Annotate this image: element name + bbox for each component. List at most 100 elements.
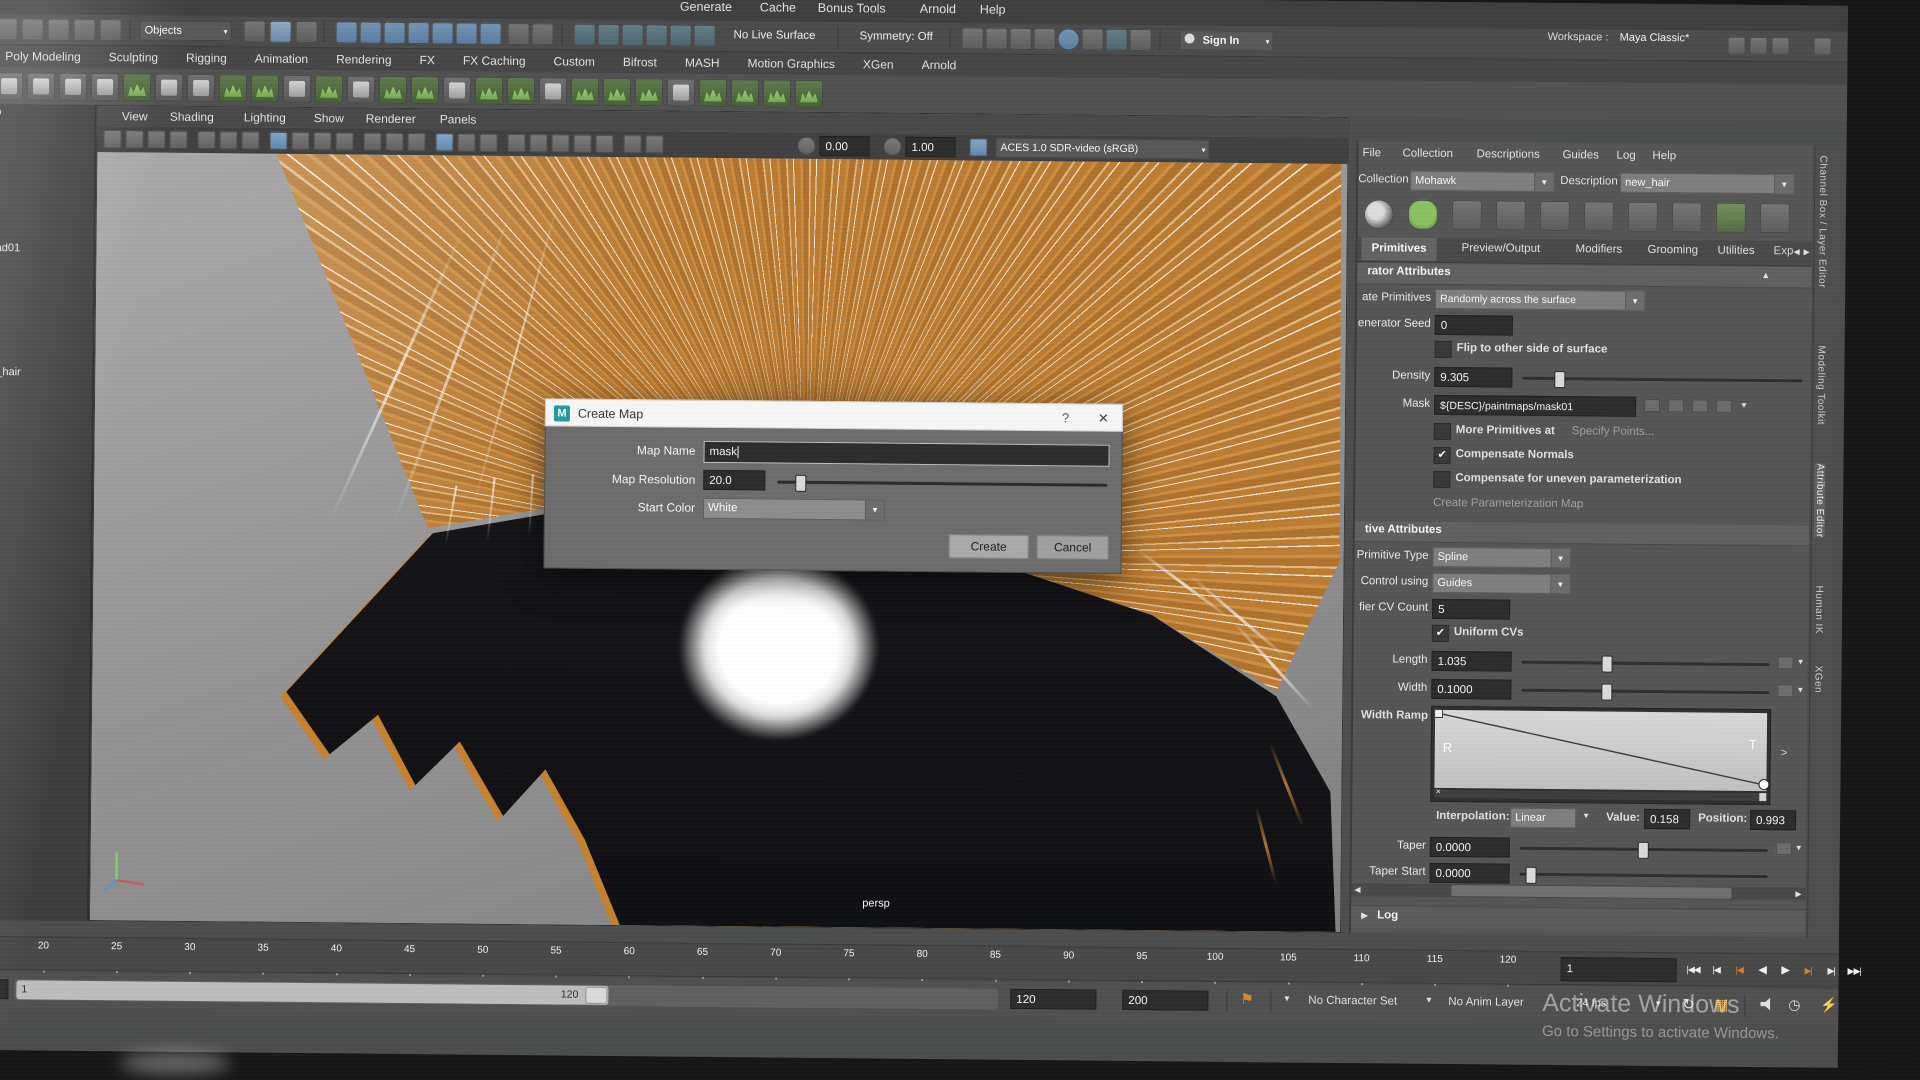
selection-mask-dropdown[interactable]: Objects ▾ [140,20,232,41]
shelf-icon[interactable] [475,76,503,104]
step-back-button[interactable]: |◀ [1706,958,1727,980]
value-field[interactable]: 0.158 [1644,809,1690,829]
construction-history-icon[interactable] [573,24,595,46]
resolution-gate-icon[interactable] [313,132,331,150]
horizontal-scrollbar[interactable]: ◀ ▶ [1351,883,1805,900]
map-resolution-slider[interactable] [777,481,1107,487]
curve-output-icon[interactable] [621,24,643,46]
gamma-icon[interactable] [883,138,901,156]
shelf-icon[interactable] [667,78,695,106]
export-patches-icon[interactable] [1496,200,1526,230]
menu-generate[interactable]: Generate [680,0,732,14]
range-slider[interactable]: 1 120 [14,979,998,1009]
mask-menu-icon[interactable]: ▼ [1740,401,1748,410]
compensate-uneven-checkbox[interactable] [1433,471,1450,488]
ramp-area[interactable]: R T [1434,710,1767,791]
shelf-tab-fx[interactable]: FX [405,53,448,67]
guides-pair-icon[interactable] [1672,202,1702,232]
slider-handle[interactable] [1601,683,1612,700]
map-name-input[interactable]: mask [703,441,1109,467]
slider-handle[interactable] [1525,867,1536,884]
hypershade-icon[interactable] [1057,28,1079,50]
slider-handle[interactable] [1602,655,1613,672]
expression-icon[interactable] [1776,842,1792,855]
sign-in-dropdown[interactable]: Sign In ▾ [1179,30,1273,51]
generator-section-header[interactable]: rator Attributes ▲ [1357,263,1811,288]
scrollbar-thumb[interactable] [1451,885,1731,899]
description-dropdown[interactable]: new_hair ▼ [1620,173,1794,195]
shelf-tab-rendering[interactable]: Rendering [322,52,406,67]
length-slider[interactable] [1522,661,1770,666]
bookmark-icon[interactable]: ⚑ [1240,990,1254,1008]
playback-range-bar[interactable]: 1 120 [16,980,608,1005]
snap-plane-icon[interactable] [407,22,429,44]
uniform-cvs-checkbox[interactable]: ✔ [1432,625,1449,642]
more-primitives-checkbox[interactable] [1434,423,1451,440]
textured-icon[interactable] [479,134,497,152]
shadows-icon[interactable] [529,134,547,152]
ramp-position-handle[interactable] [1759,793,1766,801]
guide-visibility-icon[interactable] [1584,201,1614,231]
shelf-icon[interactable] [507,76,535,104]
lock-guides-icon[interactable] [1628,202,1658,232]
shelf-icon[interactable] [251,74,279,102]
toolbox-icon[interactable] [1813,37,1831,55]
anim-start-field[interactable]: 1 [0,979,8,999]
move-guides-icon[interactable] [1716,203,1746,233]
auto-key-icon[interactable]: ⚡ [1820,997,1838,1014]
density-slider[interactable] [1522,377,1802,383]
cv-count-field[interactable]: 5 [1432,599,1510,620]
viewport-menu-shading[interactable]: Shading [170,110,214,124]
generator-seed-field[interactable]: 0 [1435,315,1513,336]
viewport-menu-view[interactable]: View [122,109,148,123]
shelf-icon[interactable] [379,75,407,103]
outliner-item-new-hair[interactable]: w_hair [0,366,21,378]
slider-handle[interactable] [1554,371,1565,388]
shelf-icon[interactable] [731,79,759,107]
color-managed-icon[interactable] [969,138,987,156]
slider-handle[interactable] [795,475,806,492]
slider-handle[interactable] [1638,842,1649,859]
xgen-menu-log[interactable]: Log [1616,150,1635,162]
compensate-normals-checkbox[interactable]: ✔ [1433,447,1450,464]
viewport-menu-panels[interactable]: Panels [440,112,477,126]
anim-end-field[interactable]: 200 [1122,990,1208,1011]
expression-icon[interactable] [1778,656,1794,669]
create-button[interactable]: Create [949,534,1029,559]
shelf-icon[interactable] [27,72,55,100]
shelf-icon[interactable] [59,72,87,100]
outliner-item-head01[interactable]: ead01 [0,242,20,254]
colorspace-dropdown[interactable]: ACES 1.0 SDR-video (sRGB) ▾ [995,138,1209,160]
shelf-icon[interactable] [539,77,567,105]
preview-toggle-icon[interactable] [1408,200,1438,230]
cut-icon[interactable] [1105,29,1127,51]
snap-surface-icon[interactable] [431,22,453,44]
ramp-point-end-selected[interactable] [1758,779,1769,790]
shelf-tab-motion-graphics[interactable]: Motion Graphics [734,56,850,71]
map-resolution-input[interactable]: 20.0 [703,470,765,491]
shelf-tab-mash[interactable]: MASH [671,56,734,71]
open-scene-icon[interactable] [21,18,43,40]
snap-curve-icon[interactable] [359,22,381,44]
width-ramp-widget[interactable]: R T ✕ [1430,706,1771,805]
shelf-icon[interactable] [0,72,23,100]
ramp-delete-icon[interactable]: ✕ [1435,788,1441,796]
tab-modeling-toolkit[interactable]: Modeling Toolkit [1815,346,1827,426]
scroll-up-icon[interactable]: ▲ [1761,270,1770,280]
shelf-icon[interactable] [187,73,215,101]
tab-scroll-right-icon[interactable]: ▶ [1804,247,1810,256]
tab-primitives[interactable]: Primitives [1361,237,1436,261]
magnet-icon[interactable] [693,25,715,47]
make-live-icon[interactable] [455,22,477,44]
shelf-tab-rigging[interactable]: Rigging [172,51,241,66]
menu-help[interactable]: Help [980,2,1006,16]
shelf-icon[interactable] [443,76,471,104]
cancel-button[interactable]: Cancel [1037,535,1109,560]
chevron-down-icon[interactable]: ▼ [1797,657,1805,666]
add-description-icon[interactable] [1452,200,1482,230]
shelf-icon[interactable] [571,77,599,105]
chevron-down-icon[interactable]: ▼ [1534,173,1553,191]
start-color-dropdown[interactable]: White ▼ [703,498,885,521]
pick-walk-icon[interactable] [531,23,553,45]
control-using-dropdown[interactable]: Guides ▼ [1432,573,1570,594]
